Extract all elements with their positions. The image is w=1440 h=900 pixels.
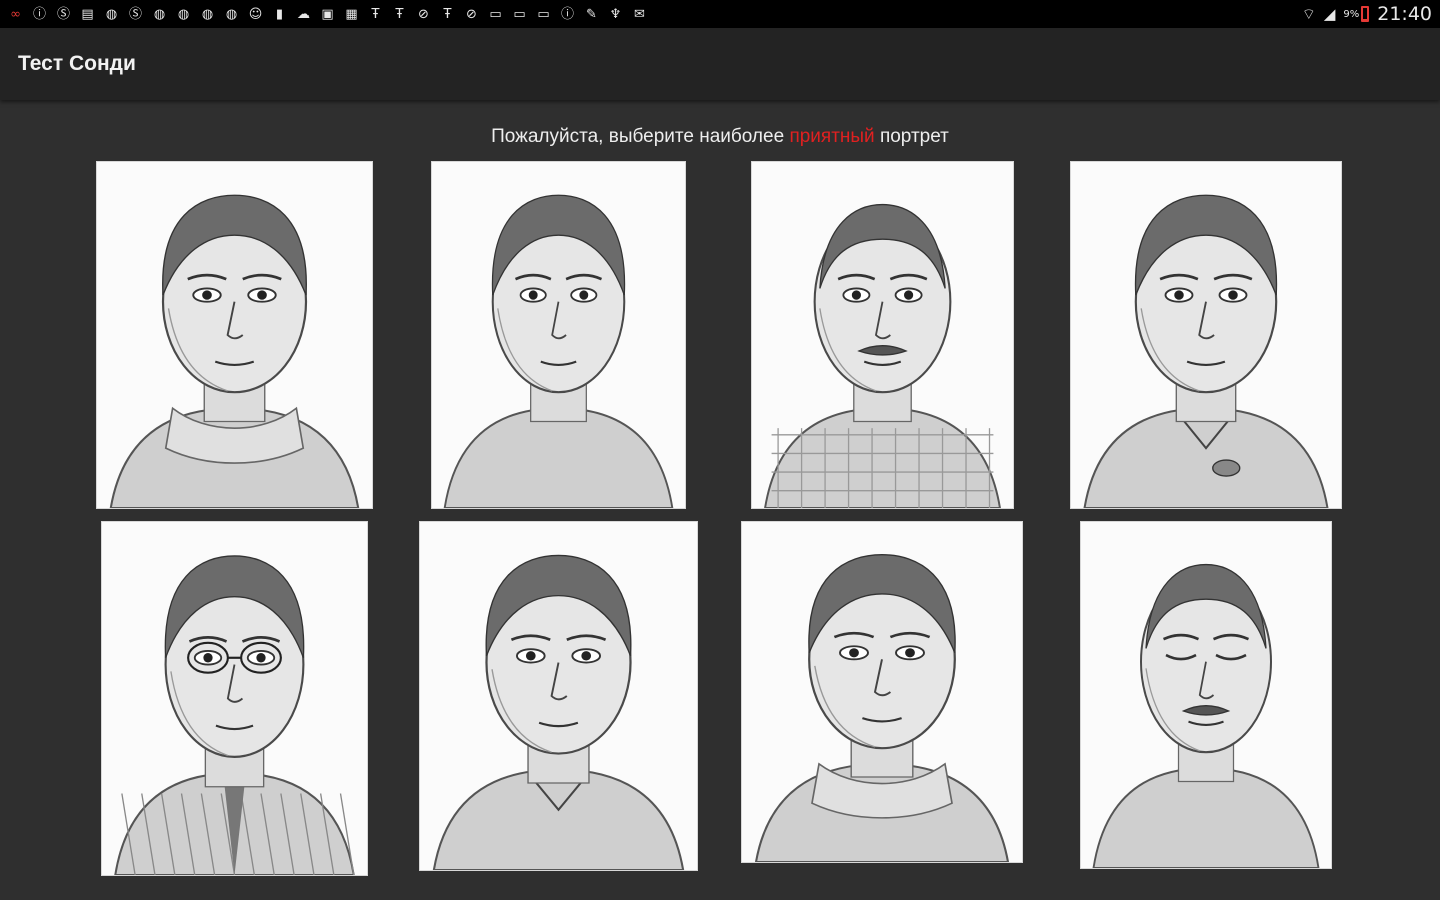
battery-indicator: 9% [1343,6,1370,22]
blocked-icon: ⊘ [418,6,429,22]
battery-percent: 9% [1343,8,1360,20]
instruction-after: портрет [874,126,949,147]
portrait-sketch [754,554,1010,862]
portrait-sketch [114,555,355,875]
wrench-icon: ✎ [586,6,597,22]
circle-icon: ◍ [201,6,214,22]
portrait-woman-brooch[interactable] [1070,161,1342,509]
voicemail-icon: ∞ [10,6,21,22]
newspaper-icon: Ŧ [395,6,404,22]
instruction-highlight: приятный [789,126,875,147]
book-icon: ▤ [81,6,94,22]
portrait-glasses-suit-man[interactable] [101,521,368,876]
chat-icon: ▭ [513,6,526,22]
mail-icon: ✉ [634,6,645,22]
info-icon: ⓘ [32,6,46,22]
portrait-smiling-woman-scarf[interactable] [741,521,1023,863]
chat-icon: ▭ [537,6,550,22]
system-indicators: ⌔ ◢ 9% 21:40 [1302,3,1432,25]
portrait-sketch [1092,563,1320,868]
portrait-collar-man[interactable] [419,521,698,871]
chat-icon: ▭ [489,6,502,22]
portrait-sketch [764,203,1001,508]
portrait-eyes-closed-mustache-man[interactable] [1080,521,1332,869]
circle-icon: ◍ [105,6,118,22]
newspaper-icon: Ŧ [371,6,380,22]
clipboard-icon: ▮ [275,6,284,22]
portrait-bare-shoulders-man[interactable] [431,161,686,509]
note-icon: ▣ [321,6,334,22]
action-bar: Тест Сонди [0,28,1440,100]
newspaper-icon: Ŧ [443,6,452,22]
skype-icon: Ⓢ [128,6,142,22]
cloud-icon: ☁ [297,6,310,22]
instruction-text: Пожалуйста, выберите наиболее приятный п… [0,126,1440,148]
calendar-icon: ▦ [345,6,358,22]
portrait-sketch [109,194,360,508]
portrait-sketch [443,194,674,508]
signal-icon: ◢ [1323,5,1336,23]
blocked-icon: ⊘ [466,6,477,22]
circle-icon: ◍ [225,6,238,22]
portrait-woman-scarf[interactable] [96,161,373,509]
portrait-sketch [432,554,685,870]
usb-icon: ♆ [609,6,622,22]
portrait-sketch [1083,194,1329,508]
circle-icon: ◍ [177,6,190,22]
clock: 21:40 [1377,3,1432,25]
notification-icons: ∞ ⓘ Ⓢ ▤ ◍ Ⓢ ◍ ◍ ◍ ◍ ☺ ▮ ☁ ▣ ▦ Ŧ Ŧ ⊘ Ŧ ⊘ ▭ ▭ ▭ ⓘ ✎ ♆ ✉ [6,5,649,24]
app-title: Тест Сонди [18,52,136,75]
face-icon: ☺ [248,6,263,22]
portrait-mustache-plaid-man[interactable] [751,161,1014,509]
skype-icon: Ⓢ [56,6,70,22]
status-bar: ∞ ⓘ Ⓢ ▤ ◍ Ⓢ ◍ ◍ ◍ ◍ ☺ ▮ ☁ ▣ ▦ Ŧ Ŧ ⊘ Ŧ ⊘ ▭ ▭ ▭ ⓘ ✎ ♆ ✉ ⌔ ◢ 9% 21:40 [0,0,1440,28]
wifi-icon: ⌔ [1301,4,1316,23]
circle-icon: ◍ [153,6,166,22]
info-icon: ⓘ [560,6,574,22]
instruction-before: Пожалуйста, выберите наиболее [491,126,790,147]
battery-icon [1361,6,1370,22]
